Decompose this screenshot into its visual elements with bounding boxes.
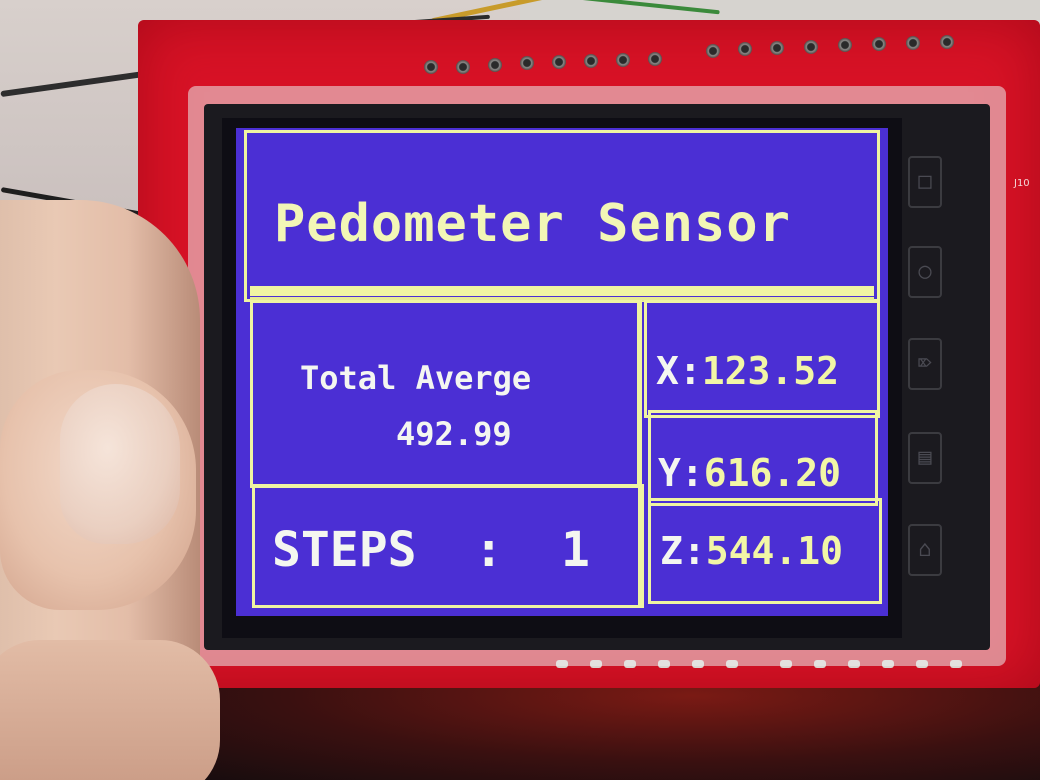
total-average-value: 492.99 bbox=[396, 415, 512, 453]
header-pin bbox=[940, 35, 954, 49]
header-pin bbox=[456, 60, 470, 74]
header-pin bbox=[706, 44, 720, 58]
header-pin bbox=[616, 53, 630, 67]
axis-separator: : bbox=[682, 529, 706, 573]
header-pin bbox=[838, 38, 852, 52]
axis-letter: Y bbox=[658, 451, 681, 495]
menu-icon[interactable]: ▤ bbox=[908, 432, 942, 484]
steps-readout: STEPS : 1 bbox=[272, 522, 590, 578]
photo-scene: J10 □ ○ ⌦ ▤ ⌂ Pedometer Sensor Total Ave… bbox=[0, 0, 1040, 780]
header-pin bbox=[906, 36, 920, 50]
axis-readout-y: Y:616.20 bbox=[658, 454, 841, 492]
header-pin bbox=[770, 41, 784, 55]
axis-readout-x: X:123.52 bbox=[656, 352, 839, 390]
axis-value: 544.10 bbox=[705, 529, 844, 573]
header-pin bbox=[520, 56, 534, 70]
header-pin bbox=[584, 54, 598, 68]
header-pin bbox=[648, 52, 662, 66]
wire bbox=[0, 68, 160, 98]
document-icon[interactable]: □ bbox=[908, 156, 942, 208]
thumbnail bbox=[60, 384, 180, 544]
axis-value: 123.52 bbox=[701, 349, 840, 393]
silkscreen-label: J10 bbox=[1014, 178, 1030, 189]
axis-value: 616.20 bbox=[703, 451, 842, 495]
screen-title: Pedometer Sensor bbox=[274, 194, 791, 254]
camera-icon[interactable]: ○ bbox=[908, 246, 942, 298]
title-divider bbox=[250, 286, 874, 296]
axis-readout-z: Z:544.10 bbox=[660, 532, 843, 570]
play-icon[interactable]: ⌦ bbox=[908, 338, 942, 390]
total-average-label: Total Averge bbox=[300, 359, 532, 397]
header-pin bbox=[738, 42, 752, 56]
axis-letter: X bbox=[656, 349, 679, 393]
header-pin bbox=[552, 55, 566, 69]
home-icon[interactable]: ⌂ bbox=[908, 524, 942, 576]
header-pin bbox=[804, 40, 818, 54]
header-pin bbox=[424, 60, 438, 74]
header-pin bbox=[872, 37, 886, 51]
axis-letter: Z bbox=[660, 529, 683, 573]
axis-separator: : bbox=[680, 451, 704, 495]
finger bbox=[0, 640, 220, 780]
touch-icon-strip: □ ○ ⌦ ▤ ⌂ bbox=[904, 140, 954, 610]
column-divider bbox=[638, 300, 642, 606]
axis-separator: : bbox=[678, 349, 702, 393]
header-pin bbox=[488, 58, 502, 72]
